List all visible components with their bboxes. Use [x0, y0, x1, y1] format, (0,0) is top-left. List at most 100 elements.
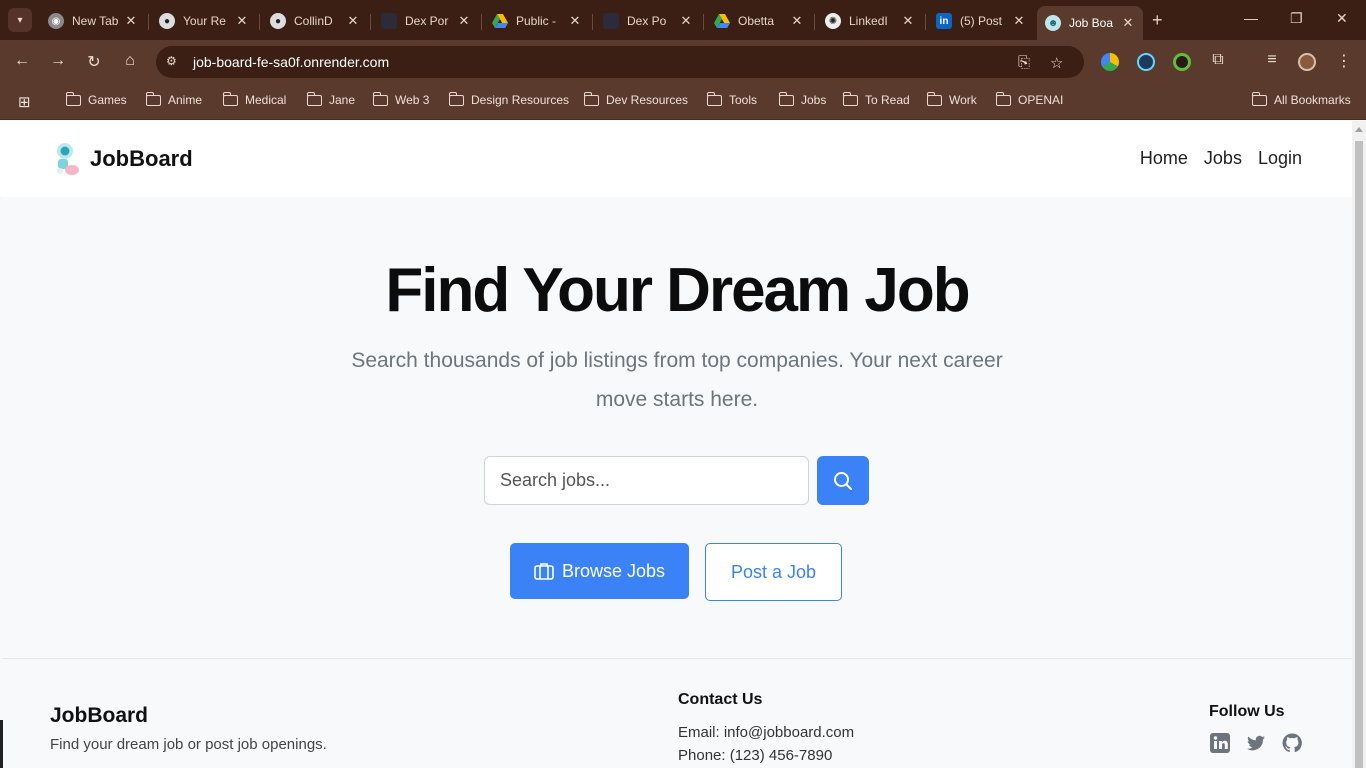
- github-icon[interactable]: [1281, 732, 1303, 754]
- page-scrollbar[interactable]: [1352, 121, 1366, 768]
- bookmark-folder[interactable]: Work: [926, 91, 977, 107]
- site-icon: [603, 13, 619, 29]
- minimize-icon[interactable]: —: [1244, 10, 1258, 26]
- tab-dex-portfolio-2[interactable]: Dex Po ✕: [595, 6, 701, 36]
- tab-title: Your Re: [183, 14, 226, 28]
- tab-github-collin[interactable]: ● CollinD ✕: [262, 6, 368, 36]
- search-icon: [834, 471, 852, 490]
- tab-title: (5) Post: [960, 14, 1003, 28]
- job-search-input[interactable]: [484, 456, 809, 505]
- new-tab-button[interactable]: +: [1152, 10, 1163, 31]
- tab-dex-portfolio[interactable]: Dex Por ✕: [373, 6, 479, 36]
- media-controls-icon[interactable]: ≡: [1262, 51, 1282, 69]
- close-icon[interactable]: ✕: [901, 13, 915, 29]
- close-icon[interactable]: ✕: [568, 13, 582, 29]
- close-icon[interactable]: ✕: [457, 13, 471, 29]
- site-icon: [381, 13, 397, 29]
- bookmark-folder[interactable]: OPENAI: [995, 91, 1063, 107]
- bookmark-folder[interactable]: Medical: [222, 91, 286, 107]
- post-job-button[interactable]: Post a Job: [705, 543, 842, 601]
- twitter-icon[interactable]: [1245, 732, 1267, 754]
- google-drive-icon: [714, 13, 730, 29]
- back-icon[interactable]: ←: [12, 52, 32, 70]
- scrollbar-thumb[interactable]: [1355, 141, 1363, 768]
- nav-links: Home Jobs Login: [1140, 148, 1302, 169]
- footer-edge-divider: [0, 720, 3, 768]
- extensions-puzzle-icon[interactable]: ⧉: [1208, 51, 1228, 69]
- browser-menu-icon[interactable]: ⋮: [1334, 51, 1354, 71]
- bookmark-folder[interactable]: Dev Resources: [583, 91, 688, 107]
- bookmark-folder[interactable]: Jobs: [778, 91, 826, 107]
- tab-title: Dex Po: [627, 14, 667, 28]
- install-app-icon[interactable]: ⎘: [1018, 54, 1030, 71]
- site-footer: JobBoard Find your dream job or post job…: [0, 659, 1352, 768]
- google-drive-icon: [492, 13, 508, 29]
- tab-search-button[interactable]: ▾: [8, 8, 32, 32]
- close-icon[interactable]: ✕: [1121, 15, 1135, 31]
- bookmark-folder[interactable]: Games: [65, 91, 127, 107]
- apps-grid-icon[interactable]: ⊞: [18, 93, 31, 111]
- close-icon[interactable]: ✕: [1012, 13, 1026, 29]
- bookmark-folder[interactable]: Jane: [306, 91, 355, 107]
- bookmark-folder[interactable]: To Read: [842, 91, 910, 107]
- all-bookmarks-folder[interactable]: All Bookmarks: [1251, 91, 1351, 107]
- url-text[interactable]: job-board-fe-sa0f.onrender.com: [193, 54, 389, 70]
- github-icon: ●: [270, 13, 286, 29]
- tab-drive-public[interactable]: Public - ✕: [484, 6, 590, 36]
- browse-jobs-button[interactable]: Browse Jobs: [510, 543, 689, 599]
- github-icon: ●: [159, 13, 175, 29]
- folder-icon: [995, 91, 1011, 106]
- tab-new-tab[interactable]: ◉ New Tab ✕: [40, 6, 146, 36]
- folder-icon: [926, 91, 942, 106]
- nav-login-link[interactable]: Login: [1258, 148, 1302, 169]
- hero-section: Find Your Dream Job Search thousands of …: [2, 197, 1352, 659]
- tab-github-repos[interactable]: ● Your Re ✕: [151, 6, 257, 36]
- close-icon[interactable]: ✕: [124, 13, 138, 29]
- bookmark-star-icon[interactable]: ☆: [1050, 54, 1063, 72]
- browser-tabstrip: ▾ ◉ New Tab ✕ ● Your Re ✕ ● CollinD ✕ De…: [0, 0, 1366, 40]
- bookmark-folder[interactable]: Anime: [145, 91, 202, 107]
- folder-icon: [306, 91, 322, 106]
- follow-heading: Follow Us: [1209, 703, 1285, 720]
- close-icon[interactable]: ✕: [790, 13, 804, 29]
- tab-title: New Tab: [72, 14, 119, 28]
- close-icon[interactable]: ✕: [679, 13, 693, 29]
- scroll-up-icon[interactable]: [1355, 127, 1363, 132]
- google-drive-extension-icon[interactable]: [1101, 53, 1119, 71]
- post-job-label: Post a Job: [730, 561, 817, 582]
- tab-drive-obetta[interactable]: Obetta ✕: [706, 6, 812, 36]
- folder-icon: [222, 91, 238, 106]
- tab-job-board[interactable]: ☻ Job Boa ✕: [1037, 6, 1143, 40]
- bookmarks-bar: ⊞ Games Anime Medical Jane Web 3 Design …: [0, 84, 1366, 120]
- folder-icon: [65, 91, 81, 106]
- chrome-icon: ◉: [48, 13, 64, 29]
- page-viewport: JobBoard Home Jobs Login Find Your Dream…: [0, 121, 1352, 768]
- address-bar[interactable]: ⚙ job-board-fe-sa0f.onrender.com ⎘ ☆: [156, 46, 1084, 78]
- close-icon[interactable]: ✕: [346, 13, 360, 29]
- profile-avatar[interactable]: [1298, 53, 1316, 71]
- restore-icon[interactable]: ❐: [1290, 10, 1303, 27]
- tab-linkedin-posts[interactable]: in (5) Post ✕: [928, 6, 1034, 36]
- tab-title: LinkedI: [849, 14, 888, 28]
- window-close-icon[interactable]: ✕: [1336, 10, 1348, 27]
- contact-email[interactable]: Email: info@jobboard.com: [678, 724, 854, 741]
- footer-brand: JobBoard: [50, 704, 149, 727]
- brand-link[interactable]: JobBoard: [52, 141, 193, 177]
- contact-phone: Phone: (123) 456-7890: [678, 747, 833, 764]
- linkedin-icon[interactable]: [1209, 732, 1231, 754]
- forward-icon[interactable]: →: [48, 52, 68, 70]
- bookmark-folder[interactable]: Design Resources: [448, 91, 569, 107]
- nav-home-link[interactable]: Home: [1140, 148, 1188, 169]
- react-devtools-icon[interactable]: [1137, 53, 1155, 71]
- tab-linkedin-openai[interactable]: ✺ LinkedI ✕: [817, 6, 923, 36]
- search-button[interactable]: [817, 456, 869, 505]
- extension-circle-icon[interactable]: [1173, 53, 1191, 71]
- nav-jobs-link[interactable]: Jobs: [1204, 148, 1242, 169]
- close-icon[interactable]: ✕: [235, 13, 249, 29]
- home-icon[interactable]: ⌂: [120, 52, 140, 70]
- bookmark-folder[interactable]: Tools: [706, 91, 757, 107]
- site-info-icon[interactable]: ⚙: [166, 54, 182, 70]
- reload-icon[interactable]: ↻: [84, 52, 104, 72]
- site-navbar: JobBoard Home Jobs Login: [0, 121, 1352, 197]
- bookmark-folder[interactable]: Web 3: [372, 91, 429, 107]
